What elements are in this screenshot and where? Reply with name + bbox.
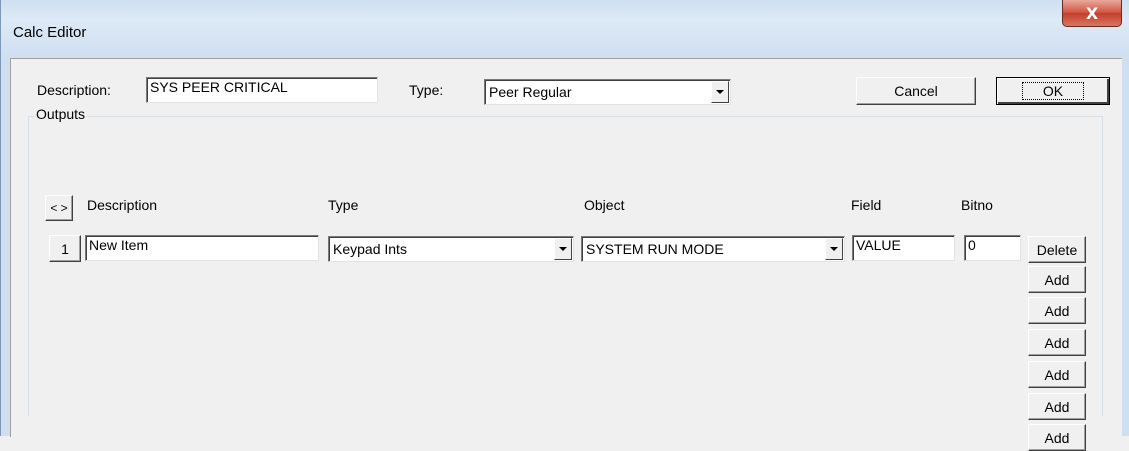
title-bar[interactable]: Calc Editor X bbox=[1, 0, 1129, 58]
add-row-button[interactable]: Add bbox=[1028, 424, 1086, 451]
outputs-group bbox=[28, 116, 1103, 416]
close-icon: X bbox=[1085, 3, 1099, 23]
chevron-down-icon[interactable] bbox=[711, 81, 729, 103]
row-bitno-input[interactable]: 0 bbox=[964, 235, 1021, 261]
type-label: Type: bbox=[409, 82, 444, 98]
add-row-button[interactable]: Add bbox=[1028, 297, 1086, 324]
cancel-button[interactable]: Cancel bbox=[856, 77, 976, 105]
description-input[interactable]: SYS PEER CRITICAL bbox=[146, 77, 378, 103]
add-row-button[interactable]: Add bbox=[1028, 329, 1086, 356]
row-type-select[interactable]: Keypad Ints bbox=[328, 236, 574, 262]
add-row-button[interactable]: Add bbox=[1028, 361, 1086, 388]
ok-button-label: OK bbox=[1021, 82, 1085, 100]
outputs-group-title: Outputs bbox=[34, 106, 88, 122]
window-title: Calc Editor bbox=[13, 24, 87, 41]
type-select[interactable]: Peer Regular bbox=[484, 79, 731, 105]
add-row-button[interactable]: Add bbox=[1028, 266, 1086, 293]
toggle-columns-button[interactable]: < > bbox=[45, 195, 73, 221]
type-select-value: Peer Regular bbox=[489, 84, 572, 100]
row-description-input[interactable]: New Item bbox=[85, 235, 319, 261]
row-object-select[interactable]: SYSTEM RUN MODE bbox=[581, 236, 845, 262]
close-button[interactable]: X bbox=[1062, 0, 1122, 27]
dialog-window: Calc Editor X Description: SYS PEER CRIT… bbox=[0, 0, 1129, 451]
row-field-input[interactable]: VALUE bbox=[852, 235, 955, 261]
column-header-field: Field bbox=[851, 197, 882, 213]
column-header-object: Object bbox=[584, 197, 625, 213]
chevron-down-icon[interactable] bbox=[554, 238, 572, 260]
column-header-description: Description bbox=[87, 197, 158, 213]
column-header-bitno: Bitno bbox=[961, 197, 993, 213]
description-label: Description: bbox=[37, 82, 111, 98]
ok-button[interactable]: OK bbox=[996, 77, 1110, 105]
column-header-type: Type bbox=[328, 197, 359, 213]
row-object-select-value: SYSTEM RUN MODE bbox=[586, 241, 724, 257]
row-type-select-value: Keypad Ints bbox=[333, 241, 407, 257]
row-index-button[interactable]: 1 bbox=[49, 235, 81, 262]
add-row-button[interactable]: Add bbox=[1028, 393, 1086, 420]
row-delete-button[interactable]: Delete bbox=[1028, 236, 1086, 263]
chevron-down-icon[interactable] bbox=[825, 238, 843, 260]
